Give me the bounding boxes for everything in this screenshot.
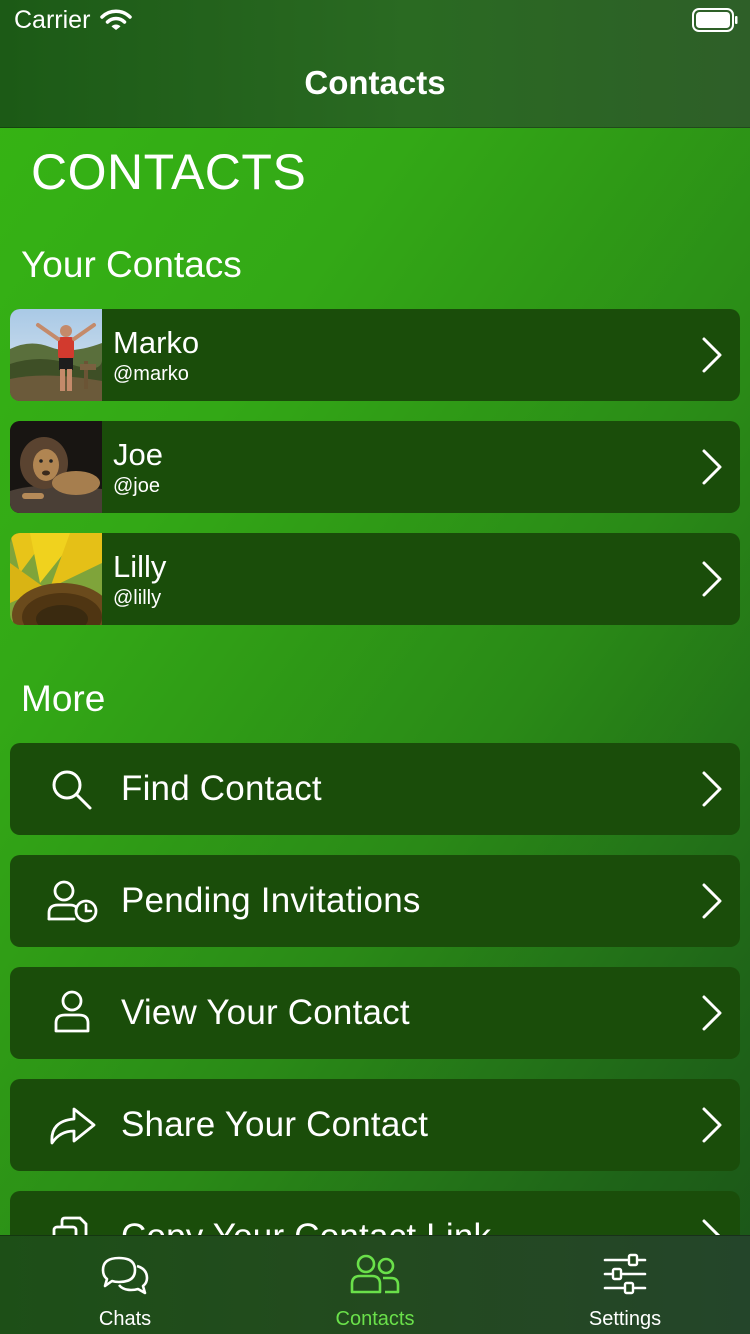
- contact-handle: @lilly: [113, 587, 162, 609]
- copy-icon: [52, 1216, 88, 1235]
- copy-contact-link-button[interactable]: Copy Your Contact Link: [10, 1191, 740, 1235]
- chevron-right-icon: [702, 1107, 722, 1143]
- page-title: CONTACTS: [31, 144, 307, 200]
- contacts-scroll-content[interactable]: CONTACTS Your Contacs Marko @marko Joe @…: [0, 129, 750, 1235]
- share-your-contact-button[interactable]: Share Your Contact: [10, 1079, 740, 1171]
- contact-name: Lilly: [113, 549, 167, 584]
- tab-chats[interactable]: Chats: [0, 1236, 250, 1334]
- wifi-icon: [100, 9, 132, 30]
- share-arrow-icon: [50, 1107, 96, 1145]
- menu-label: View Your Contact: [121, 993, 410, 1032]
- contact-handle: @marko: [113, 363, 189, 385]
- battery-icon: [692, 8, 738, 32]
- search-icon: [52, 770, 92, 810]
- find-contact-button[interactable]: Find Contact: [10, 743, 740, 835]
- tab-label: Contacts: [335, 1308, 415, 1330]
- chevron-right-icon: [702, 995, 722, 1031]
- menu-label: Share Your Contact: [121, 1105, 429, 1144]
- chevron-right-icon: [702, 337, 722, 373]
- chat-bubbles-icon: [101, 1256, 149, 1295]
- nav-title: Contacts: [304, 64, 446, 101]
- menu-label: Find Contact: [121, 769, 322, 808]
- contact-name: Marko: [113, 325, 200, 360]
- contact-row-lilly[interactable]: Lilly @lilly: [10, 533, 740, 625]
- user-clock-icon: [47, 880, 98, 923]
- user-icon: [54, 990, 90, 1033]
- contact-row-marko[interactable]: Marko @marko: [10, 309, 740, 401]
- avatar: [10, 421, 102, 513]
- people-icon: [350, 1254, 400, 1294]
- tab-contacts[interactable]: Contacts: [250, 1236, 500, 1334]
- status-bar: Carrier: [0, 0, 750, 40]
- your-contacts-section-title: Your Contacs: [21, 244, 242, 285]
- menu-label: Pending Invitations: [121, 881, 421, 920]
- avatar: [10, 309, 102, 401]
- pending-invitations-button[interactable]: Pending Invitations: [10, 855, 740, 947]
- chevron-right-icon: [702, 771, 722, 807]
- view-your-contact-button[interactable]: View Your Contact: [10, 967, 740, 1059]
- tab-label: Chats: [98, 1308, 152, 1330]
- contact-handle: @joe: [113, 475, 160, 497]
- chevron-right-icon: [702, 883, 722, 919]
- contact-name: Joe: [113, 437, 163, 472]
- sliders-icon: [603, 1253, 647, 1295]
- avatar: [10, 533, 102, 625]
- contact-row-joe[interactable]: Joe @joe: [10, 421, 740, 513]
- menu-label: Copy Your Contact Link: [121, 1217, 491, 1235]
- tab-settings[interactable]: Settings: [500, 1236, 750, 1334]
- carrier-label: Carrier: [14, 6, 91, 34]
- tab-label: Settings: [588, 1308, 662, 1330]
- navigation-bar: Carrier Contacts: [0, 0, 750, 128]
- chevron-right-icon: [702, 449, 722, 485]
- chevron-right-icon: [702, 561, 722, 597]
- more-section-title: More: [21, 678, 106, 719]
- tab-bar: Chats Contacts Settings: [0, 1235, 750, 1334]
- chevron-right-icon: [702, 1219, 721, 1235]
